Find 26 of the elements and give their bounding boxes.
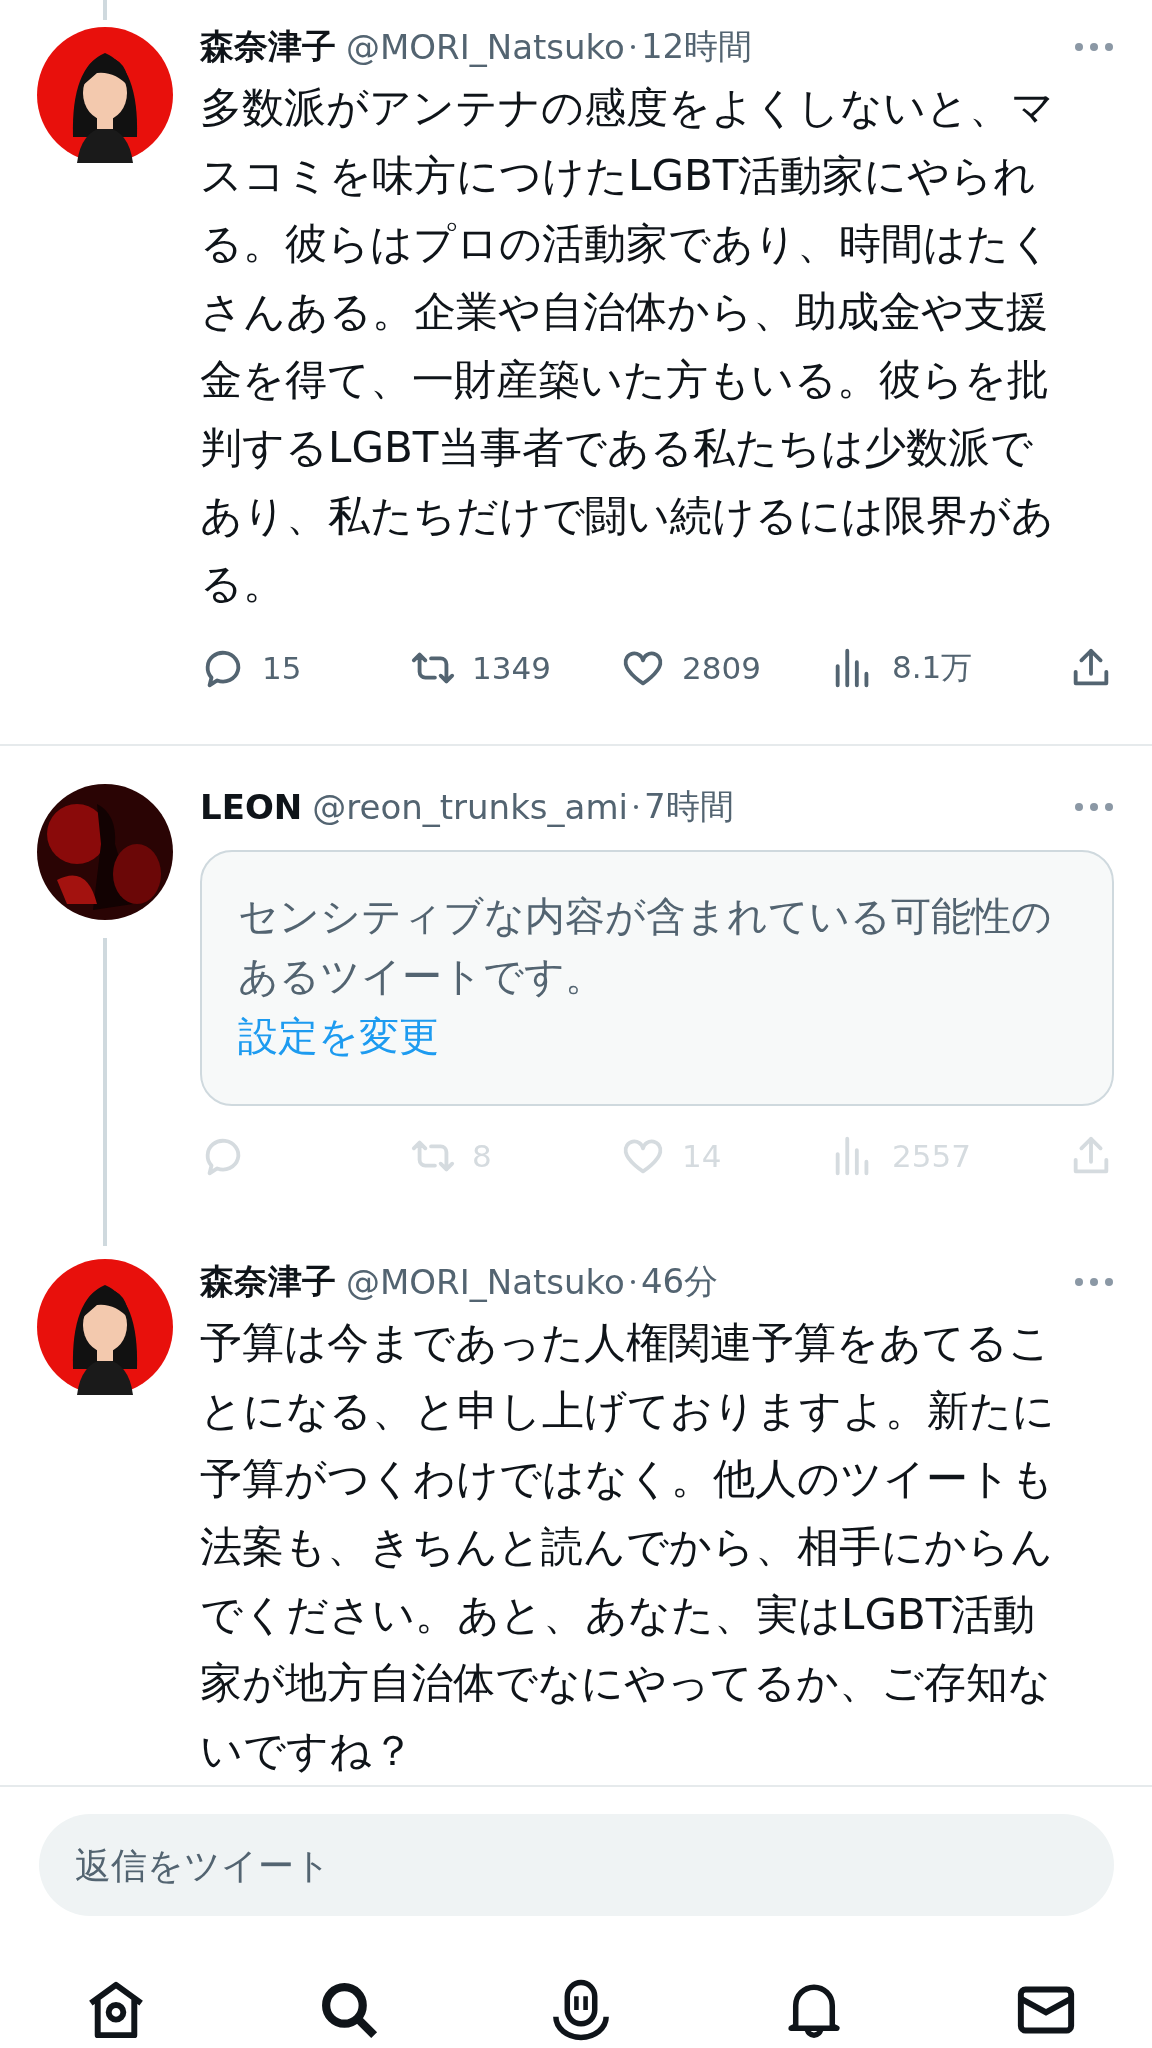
more-icon[interactable] bbox=[1074, 802, 1114, 812]
reply-field[interactable]: 返信をツイート bbox=[39, 1814, 1114, 1916]
timestamp: 12時間 bbox=[640, 25, 753, 68]
avatar[interactable] bbox=[37, 27, 173, 163]
like-count: 2809 bbox=[682, 650, 761, 686]
time-separator bbox=[633, 805, 638, 809]
user-handle[interactable]: @MORI_Natsuko bbox=[346, 1262, 625, 1302]
retweet-count: 1349 bbox=[472, 650, 551, 686]
timestamp: 7時間 bbox=[643, 785, 734, 828]
more-icon[interactable] bbox=[1074, 1277, 1114, 1287]
user-handle[interactable]: @MORI_Natsuko bbox=[346, 27, 625, 67]
user-name[interactable]: 森奈津子 bbox=[200, 24, 336, 70]
timestamp: 46分 bbox=[640, 1260, 719, 1303]
time-separator bbox=[630, 45, 635, 49]
user-name[interactable]: LEON bbox=[200, 787, 303, 827]
tweet-text: 多数派がアンテナの感度をよくしないと、マスコミを味方につけたLGBT活動家にやられる。彼らはプロの活動家であり、時間はたくさんある。企業や自治体から、助成金や支援金を得て、一財産築いた方もいる。彼らを批判するLGBT当事者である私たちは少数派であり、私たちだけで闘い続けるには限界がある。 bbox=[200, 82, 1055, 610]
more-icon[interactable] bbox=[1074, 42, 1114, 52]
avatar[interactable] bbox=[37, 784, 173, 920]
tweet-text: 予算は今まであった人権関連予算をあてることになる、と申し上げておりますよ。新たに予算がつくわけではなく。他人のツイートも法案も、きちんと読んでから、相手にからんでください。あと、あなた、実はLGBT活動家が地方自治体でなにやってるか、ご存知ないですね？ bbox=[200, 1317, 1056, 1777]
notice-text: センシティブな内容が含まれている可能性のあるツイートです。 bbox=[238, 892, 1053, 1001]
user-name[interactable]: 森奈津子 bbox=[200, 1259, 336, 1305]
user-handle[interactable]: @reon_trunks_ami bbox=[312, 787, 628, 827]
time-separator bbox=[630, 1280, 635, 1284]
reply-count: 15 bbox=[262, 650, 302, 686]
avatar[interactable] bbox=[37, 1259, 173, 1395]
view-count: 8.1万 bbox=[892, 648, 973, 687]
